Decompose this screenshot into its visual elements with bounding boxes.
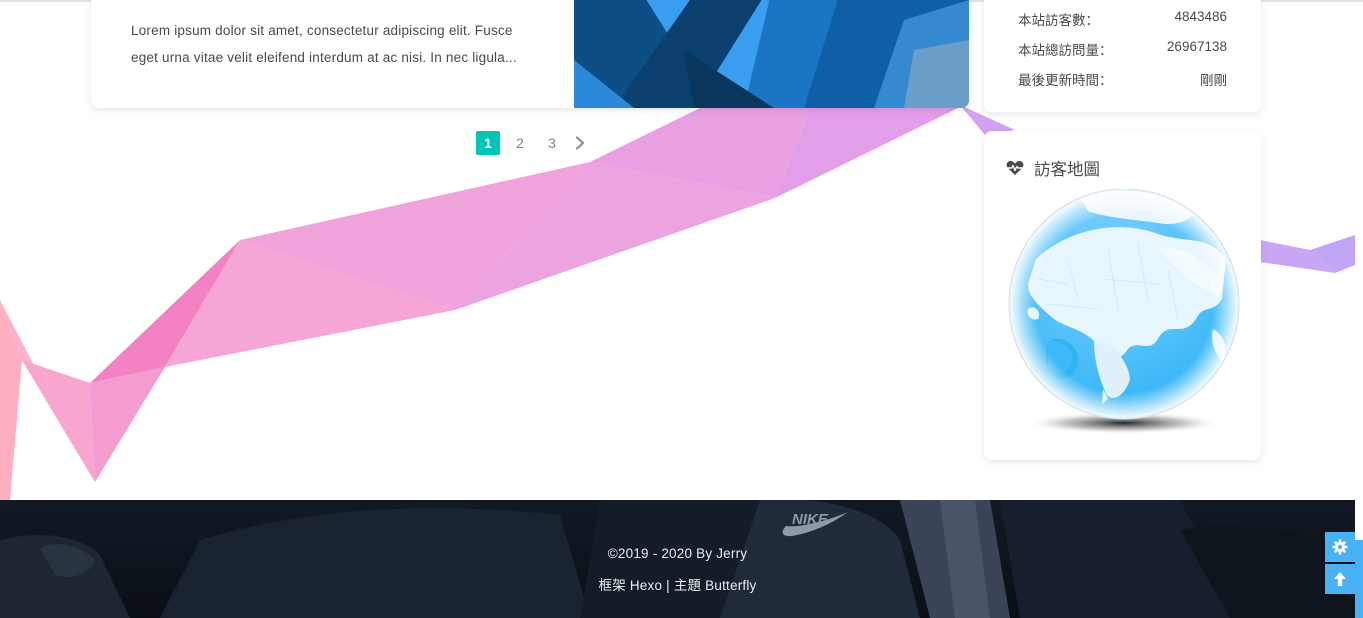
stat-label: 本站訪客數：	[1018, 13, 1099, 28]
recent-post-card[interactable]: Lorem ipsum dolor sit amet, consectetur …	[91, 0, 969, 108]
stat-row-last-update: 最後更新時間： 剛剛	[1018, 69, 1227, 89]
next-page-button[interactable]	[572, 131, 588, 155]
stat-value: 剛剛	[1200, 73, 1227, 88]
arrow-up-icon	[1334, 572, 1346, 586]
scrollbar-accent	[1355, 540, 1363, 618]
footer-bg-logo-text: NIKE	[792, 511, 829, 528]
post-excerpt: Lorem ipsum dolor sit amet, consectetur …	[131, 17, 531, 71]
butterfly-link[interactable]: Butterfly	[705, 578, 756, 593]
page-link-3[interactable]: 3	[540, 131, 564, 155]
stat-row-visitors: 本站訪客數： 4843486	[1018, 9, 1227, 29]
post-excerpt-line: Lorem ipsum dolor sit amet, consectetur …	[131, 23, 513, 38]
stat-row-page-views: 本站總訪問量： 26967138	[1018, 39, 1227, 59]
hexo-link[interactable]: Hexo	[630, 578, 662, 593]
stat-label: 最後更新時間：	[1018, 73, 1113, 88]
footer-framework-line: 框架 Hexo | 主題 Butterfly	[0, 574, 1355, 594]
back-to-top-button[interactable]	[1325, 564, 1355, 594]
gear-icon	[1332, 539, 1348, 555]
page-link-1[interactable]: 1	[476, 131, 500, 155]
stat-value: 4843486	[1174, 9, 1227, 24]
framework-prefix: 框架	[598, 578, 626, 593]
heartbeat-icon	[1006, 161, 1024, 175]
visitor-map-card: 訪客地圖	[984, 131, 1261, 460]
site-stats-card: 本站訪客數： 4843486 本站總訪問量： 26967138 最後更新時間： …	[984, 0, 1261, 112]
footer-copyright: ©2019 - 2020 By Jerry	[607, 546, 748, 561]
visitor-map-title: 訪客地圖	[1034, 161, 1100, 179]
stat-label: 本站總訪問量：	[1018, 43, 1113, 58]
post-cover-image[interactable]	[574, 0, 969, 108]
chevron-right-icon	[575, 136, 585, 150]
visitor-globe[interactable]	[1008, 189, 1240, 437]
post-excerpt-line: eget urna vitae velit eleifend interdum …	[131, 50, 517, 65]
page-link-2[interactable]: 2	[508, 131, 532, 155]
visitor-map-header: 訪客地圖	[1006, 157, 1100, 179]
stat-value: 26967138	[1166, 39, 1227, 54]
footer: NIKE ©2019 - 2020 By Jerry 框架 Hexo | 主題 …	[0, 500, 1355, 618]
settings-button[interactable]	[1325, 532, 1355, 562]
theme-prefix: 主題	[673, 578, 702, 593]
footer-separator: |	[666, 578, 670, 593]
pagination: 1 2 3	[476, 131, 588, 155]
